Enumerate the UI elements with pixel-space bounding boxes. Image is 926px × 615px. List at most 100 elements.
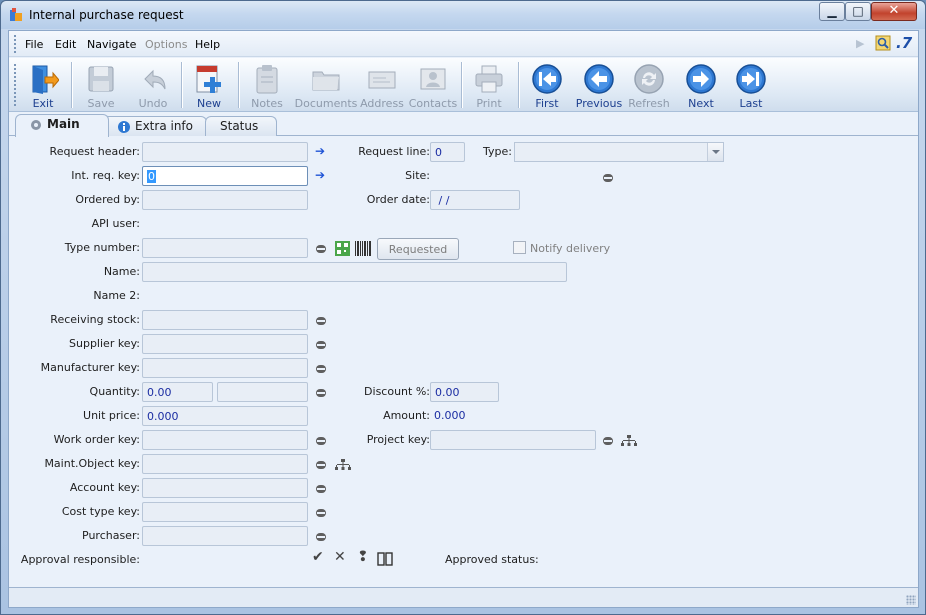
cost-type-key-field[interactable] (142, 502, 308, 522)
hierarchy-icon[interactable] (621, 435, 637, 447)
manufacturer-key-lookup-icon[interactable] (316, 365, 326, 373)
close-button[interactable]: ✕ (871, 2, 917, 21)
address-button[interactable]: Address (359, 61, 405, 110)
last-record-icon (736, 64, 766, 94)
previous-label: Previous (575, 97, 623, 110)
unit-price-field[interactable]: 0.000 (142, 406, 308, 426)
receiving-stock-lookup-icon[interactable] (316, 317, 326, 325)
unit-price-label: Unit price: (83, 409, 140, 422)
purchaser-field[interactable] (142, 526, 308, 546)
next-button[interactable]: Next (679, 61, 723, 110)
purchaser-label: Purchaser: (82, 529, 140, 542)
undo-button[interactable]: Undo (129, 61, 177, 110)
save-button[interactable]: Save (77, 61, 125, 110)
request-header-field[interactable] (142, 142, 308, 162)
project-key-lookup-icon[interactable] (603, 437, 613, 445)
previous-button[interactable]: Previous (575, 61, 623, 110)
qr-code-icon[interactable] (335, 241, 350, 256)
menu-navigate[interactable]: Navigate (87, 38, 136, 51)
receiving-stock-field[interactable] (142, 310, 308, 330)
first-record-icon (532, 64, 562, 94)
save-icon (88, 66, 114, 92)
new-button[interactable]: New (185, 61, 233, 110)
quantity-unit-field[interactable] (217, 382, 308, 402)
contacts-button[interactable]: Contacts (407, 61, 459, 110)
cost-type-key-lookup-icon[interactable] (316, 509, 326, 517)
tab-status[interactable]: Status (205, 116, 277, 136)
type-label: Type: (483, 145, 512, 158)
manufacturer-key-field[interactable] (142, 358, 308, 378)
minimize-button[interactable]: ▁ (819, 2, 845, 21)
first-button[interactable]: First (525, 61, 569, 110)
menu-bar: File Edit Navigate Options Help ▶ .7 (9, 31, 918, 57)
info-icon (118, 121, 130, 133)
maximize-button[interactable]: □ (845, 2, 871, 21)
last-label: Last (739, 97, 763, 110)
menu-help[interactable]: Help (195, 38, 220, 51)
account-key-lookup-icon[interactable] (316, 485, 326, 493)
int-req-key-jump-icon[interactable]: ➔ (315, 168, 325, 182)
supplier-key-field[interactable] (142, 334, 308, 354)
print-button[interactable]: Print (465, 61, 513, 110)
application-window: Internal purchase request ▁ □ ✕ File Edi… (0, 0, 926, 615)
work-order-key-lookup-icon[interactable] (316, 437, 326, 445)
toolbar-separator (461, 62, 463, 108)
approve-check-icon[interactable]: ✔ (312, 549, 324, 565)
first-label: First (535, 97, 559, 110)
address-card-icon (368, 71, 396, 89)
chevron-down-icon[interactable] (707, 143, 723, 161)
reject-cross-icon[interactable]: ✕ (334, 549, 346, 565)
quantity-label: Quantity: (89, 385, 140, 398)
purchaser-lookup-icon[interactable] (316, 533, 326, 541)
name-field[interactable] (142, 262, 567, 282)
account-key-field[interactable] (142, 478, 308, 498)
printer-icon (475, 65, 503, 93)
type-dropdown[interactable] (514, 142, 724, 162)
quantity-unit-lookup-icon[interactable] (316, 389, 326, 397)
menu-edit[interactable]: Edit (55, 38, 76, 51)
menu-file[interactable]: File (25, 38, 43, 51)
int-req-key-field[interactable]: 0 (142, 166, 308, 186)
documents-button[interactable]: Documents (294, 61, 358, 110)
approval-responsible-label: Approval responsible: (20, 553, 140, 566)
new-label: New (197, 97, 221, 110)
request-header-jump-icon[interactable]: ➔ (315, 144, 325, 158)
barcode-icon[interactable] (355, 241, 371, 256)
maint-object-key-field[interactable] (142, 454, 308, 474)
status-bar (9, 587, 918, 607)
play-icon[interactable]: ▶ (856, 37, 864, 50)
order-date-field[interactable]: / / (430, 190, 520, 210)
type-number-lookup-icon[interactable] (316, 245, 326, 253)
lightbulb-icon[interactable]: ❢ (357, 549, 369, 565)
refresh-button[interactable]: Refresh (625, 61, 673, 110)
toolbar-separator (71, 62, 73, 108)
notes-button[interactable]: Notes (243, 61, 291, 110)
supplier-key-lookup-icon[interactable] (316, 341, 326, 349)
resize-grip-icon[interactable] (906, 595, 916, 605)
discount-field[interactable]: 0.00 (430, 382, 499, 402)
notify-delivery-checkbox[interactable] (513, 241, 526, 254)
work-order-key-field[interactable] (142, 430, 308, 450)
tab-extra-info[interactable]: Extra info (103, 116, 207, 136)
tab-main-label: Main (47, 117, 80, 131)
tab-status-label: Status (220, 119, 259, 133)
requested-button[interactable]: Requested (377, 238, 459, 260)
toolbar-separator (518, 62, 520, 108)
maint-object-key-lookup-icon[interactable] (316, 461, 326, 469)
exit-button[interactable]: Exit (21, 61, 65, 110)
ordered-by-field[interactable] (142, 190, 308, 210)
request-line-field[interactable]: 0 (430, 142, 465, 162)
type-number-field[interactable] (142, 238, 308, 258)
hierarchy-icon[interactable] (335, 459, 351, 471)
tab-main[interactable]: Main (15, 114, 109, 137)
last-button[interactable]: Last (729, 61, 773, 110)
title-bar[interactable]: Internal purchase request ▁ □ ✕ (1, 1, 925, 29)
site-lookup-icon[interactable] (603, 174, 613, 182)
minimize-icon: ▁ (827, 4, 837, 18)
book-icon[interactable] (377, 552, 393, 566)
menu-options[interactable]: Options (145, 38, 187, 51)
search-icon[interactable] (875, 35, 891, 51)
type-number-label: Type number: (64, 241, 140, 254)
quantity-field[interactable]: 0.00 (142, 382, 213, 402)
project-key-field[interactable] (430, 430, 596, 450)
